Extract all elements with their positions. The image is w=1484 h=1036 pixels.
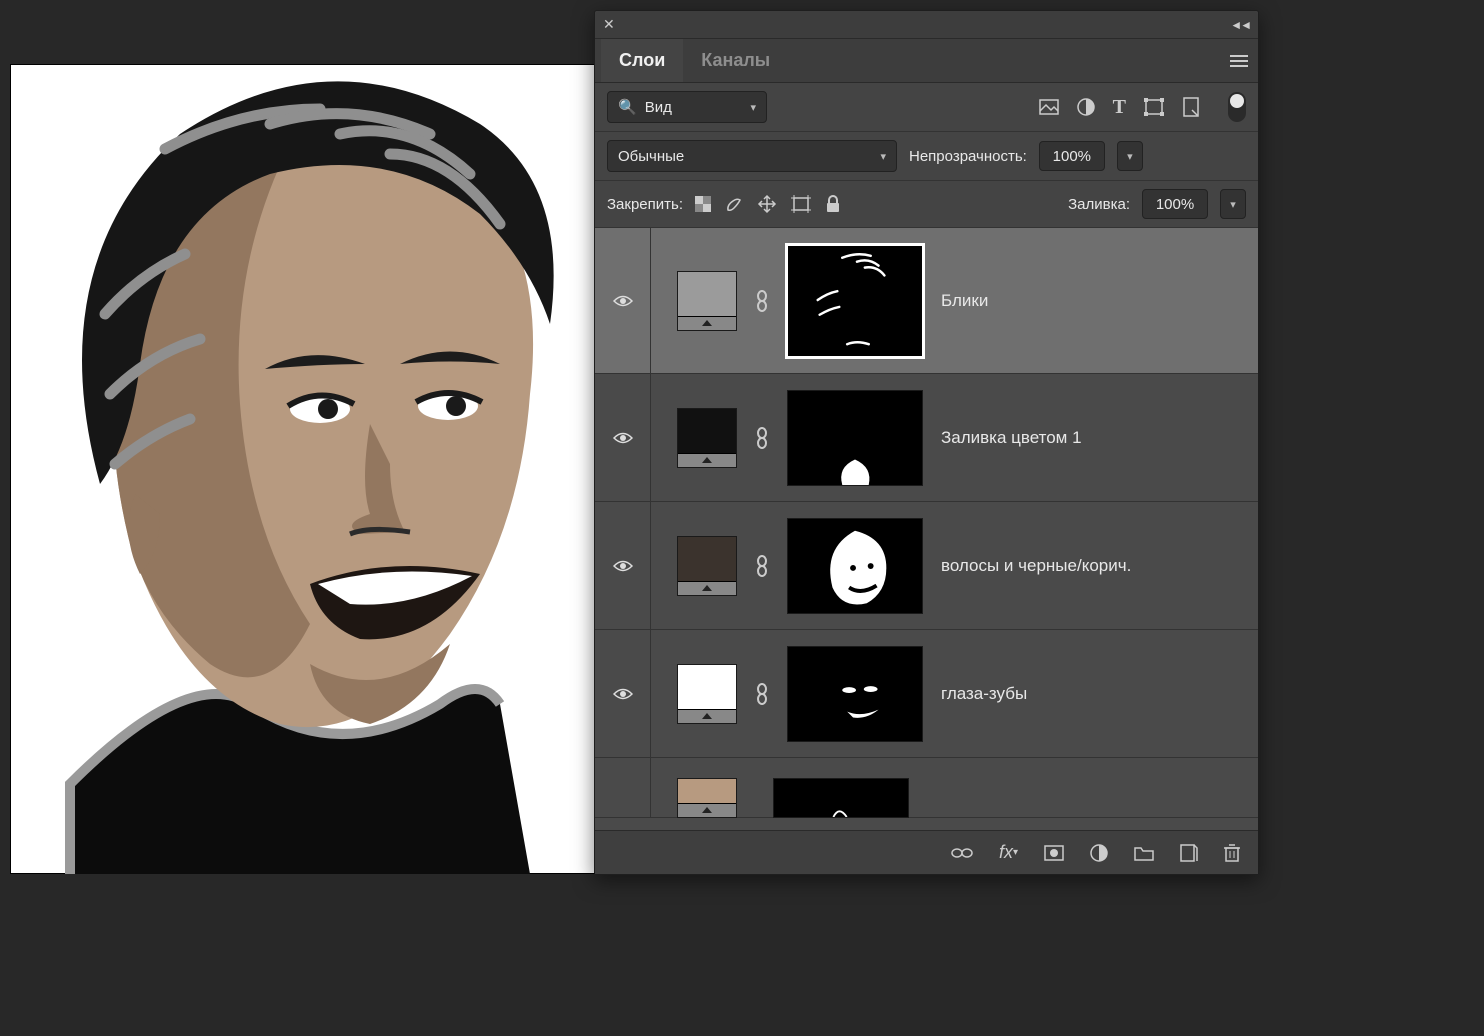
- new-layer-icon[interactable]: [1180, 844, 1198, 862]
- layer-row[interactable]: Заливка цветом 1: [595, 374, 1258, 502]
- fill-input[interactable]: 100%: [1142, 189, 1208, 219]
- link-icon[interactable]: [755, 427, 769, 449]
- visibility-toggle[interactable]: [595, 758, 651, 817]
- artwork: [10, 64, 595, 874]
- link-layers-icon[interactable]: [951, 846, 973, 860]
- layer-swatch[interactable]: [677, 778, 737, 818]
- layer-mask-thumb[interactable]: [773, 778, 909, 818]
- blend-row: Обычные ▾ Непрозрачность: 100% ▾: [595, 132, 1258, 181]
- layer-mask-thumb[interactable]: [787, 390, 923, 486]
- delete-layer-icon[interactable]: [1224, 844, 1240, 862]
- tab-channels[interactable]: Каналы: [683, 39, 788, 82]
- filter-icons: T: [1039, 92, 1246, 122]
- canvas[interactable]: [10, 64, 595, 874]
- layer-name[interactable]: глаза-зубы: [941, 684, 1027, 704]
- tab-layers[interactable]: Слои: [601, 39, 683, 82]
- panel-footer: fx▾: [595, 830, 1258, 874]
- visibility-toggle[interactable]: [595, 502, 651, 629]
- layer-mask-thumb[interactable]: [787, 245, 923, 357]
- layer-mask-thumb[interactable]: [787, 646, 923, 742]
- layer-row[interactable]: [595, 758, 1258, 818]
- layer-row[interactable]: глаза-зубы: [595, 630, 1258, 758]
- close-icon[interactable]: ✕: [603, 16, 615, 33]
- panel-titlebar[interactable]: ✕ ◄◄: [595, 11, 1258, 39]
- lock-row: Закрепить: Заливка: 100% ▾: [595, 181, 1258, 228]
- blend-mode-select[interactable]: Обычные ▾: [607, 140, 897, 172]
- link-icon[interactable]: [755, 290, 769, 312]
- layer-swatch[interactable]: [677, 408, 737, 468]
- add-mask-icon[interactable]: [1044, 845, 1064, 861]
- layer-kind-select[interactable]: 🔍 Вид ▾: [607, 91, 767, 123]
- lock-paint-icon[interactable]: [725, 195, 743, 213]
- fill-chevron[interactable]: ▾: [1220, 189, 1246, 219]
- shape-filter-icon[interactable]: [1144, 98, 1164, 116]
- visibility-toggle[interactable]: [595, 374, 651, 501]
- lock-transparency-icon[interactable]: [695, 196, 711, 212]
- opacity-chevron[interactable]: ▾: [1117, 141, 1143, 171]
- smart-filter-icon[interactable]: [1182, 97, 1200, 117]
- visibility-toggle[interactable]: [595, 630, 651, 757]
- layer-filter-row: 🔍 Вид ▾ T: [595, 83, 1258, 132]
- layer-name[interactable]: волосы и черные/корич.: [941, 556, 1131, 576]
- lock-label: Закрепить:: [607, 196, 683, 213]
- layer-kind-label: Вид: [645, 99, 672, 116]
- panel-tabs: Слои Каналы: [595, 39, 1258, 83]
- layer-name[interactable]: Блики: [941, 291, 988, 311]
- new-adjustment-icon[interactable]: [1090, 844, 1108, 862]
- lock-all-icon[interactable]: [825, 195, 841, 213]
- lock-move-icon[interactable]: [757, 194, 777, 214]
- opacity-input[interactable]: 100%: [1039, 141, 1105, 171]
- blend-mode-value: Обычные: [618, 148, 684, 165]
- layer-row[interactable]: Блики: [595, 228, 1258, 374]
- opacity-label: Непрозрачность:: [909, 148, 1027, 165]
- type-filter-icon[interactable]: T: [1113, 96, 1126, 119]
- collapse-icon[interactable]: ◄◄: [1230, 18, 1250, 32]
- fill-label: Заливка:: [1068, 196, 1130, 213]
- layer-swatch[interactable]: [677, 271, 737, 331]
- chevron-down-icon: ▾: [750, 101, 756, 114]
- filter-toggle[interactable]: [1228, 92, 1246, 122]
- visibility-toggle[interactable]: [595, 228, 651, 373]
- layer-row[interactable]: волосы и черные/корич.: [595, 502, 1258, 630]
- link-icon[interactable]: [755, 683, 769, 705]
- image-filter-icon[interactable]: [1039, 99, 1059, 115]
- adjustment-filter-icon[interactable]: [1077, 98, 1095, 116]
- chevron-down-icon: ▾: [880, 150, 886, 163]
- layer-name[interactable]: Заливка цветом 1: [941, 428, 1082, 448]
- layer-swatch[interactable]: [677, 664, 737, 724]
- panel-menu-icon[interactable]: [1230, 54, 1248, 68]
- new-group-icon[interactable]: [1134, 845, 1154, 861]
- layer-mask-thumb[interactable]: [787, 518, 923, 614]
- search-icon: 🔍: [618, 98, 637, 116]
- layers-list[interactable]: Блики Заливка цветом 1 волосы и черные/к…: [595, 228, 1258, 830]
- layer-swatch[interactable]: [677, 536, 737, 596]
- link-icon[interactable]: [755, 555, 769, 577]
- fx-icon[interactable]: fx▾: [999, 842, 1018, 863]
- layers-panel: ✕ ◄◄ Слои Каналы 🔍 Вид ▾ T Обычные ▾ Неп…: [594, 10, 1259, 875]
- lock-artboard-icon[interactable]: [791, 195, 811, 213]
